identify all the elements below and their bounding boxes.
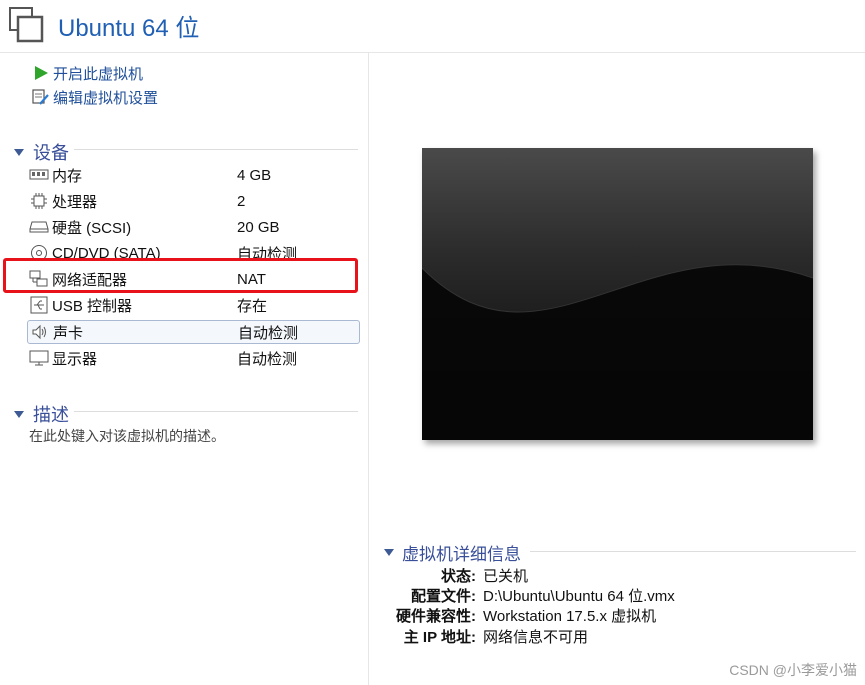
collapse-triangle-icon	[14, 410, 24, 418]
detail-value: 已关机	[483, 568, 529, 585]
power-on-label: 开启此虚拟机	[53, 65, 144, 83]
device-row-processor[interactable]: 处理器 2	[27, 189, 360, 213]
hard-disk-icon	[29, 218, 49, 236]
device-name: 内存	[52, 167, 83, 185]
detail-label: 硬件兼容性:	[396, 608, 476, 625]
section-divider	[74, 411, 358, 412]
device-name: 处理器	[52, 193, 98, 211]
device-name: 硬盘 (SCSI)	[52, 219, 132, 237]
virtual-machine-icon	[8, 6, 44, 44]
edit-settings-label: 编辑虚拟机设置	[53, 89, 159, 107]
usb-icon	[29, 296, 49, 314]
devices-section-header[interactable]: 设备	[14, 139, 69, 165]
detail-value: D:\Ubuntu\Ubuntu 64 位.vmx	[483, 588, 675, 605]
pane-divider	[368, 53, 369, 685]
device-value: 2	[237, 192, 246, 210]
detail-row-hardware-compatibility: 硬件兼容性: Workstation 17.5.x 虚拟机	[380, 605, 656, 625]
detail-label: 主 IP 地址:	[403, 629, 476, 646]
section-divider	[74, 149, 358, 150]
edit-settings-icon	[32, 88, 50, 106]
device-row-sound-card[interactable]: 声卡 自动检测	[27, 320, 360, 344]
description-section-title: 描述	[33, 405, 69, 425]
vm-details-section-title: 虚拟机详细信息	[402, 545, 521, 564]
device-name: 显示器	[52, 350, 98, 368]
detail-row-state: 状态: 已关机	[380, 565, 528, 585]
detail-row-config-file: 配置文件: D:\Ubuntu\Ubuntu 64 位.vmx	[380, 585, 675, 605]
detail-row-primary-ip: 主 IP 地址: 网络信息不可用	[380, 626, 588, 646]
collapse-triangle-icon	[384, 549, 394, 556]
device-value: 4 GB	[237, 166, 272, 184]
vm-preview-screen[interactable]	[422, 148, 813, 440]
collapse-triangle-icon	[14, 148, 24, 156]
vm-title: Ubuntu 64 位	[58, 15, 200, 42]
device-value: 自动检测	[238, 324, 299, 342]
window-header: Ubuntu 64 位	[0, 0, 865, 53]
device-name: USB 控制器	[52, 297, 133, 315]
detail-label: 配置文件:	[411, 588, 476, 605]
description-placeholder[interactable]: 在此处键入对该虚拟机的描述。	[29, 426, 225, 446]
devices-section-title: 设备	[33, 143, 69, 163]
device-row-hard-disk[interactable]: 硬盘 (SCSI) 20 GB	[27, 215, 360, 239]
section-divider	[530, 551, 856, 552]
network-adapter-highlight-box	[3, 258, 358, 293]
processor-icon	[29, 192, 49, 210]
display-icon	[29, 349, 49, 367]
device-row-usb-controller[interactable]: USB 控制器 存在	[27, 293, 360, 317]
power-on-vm-link[interactable]: 开启此虚拟机	[32, 63, 143, 83]
play-icon	[32, 64, 50, 82]
detail-value: 网络信息不可用	[483, 629, 589, 646]
description-section-header[interactable]: 描述	[14, 401, 69, 427]
device-value: 自动检测	[237, 350, 298, 368]
device-value: 20 GB	[237, 218, 280, 236]
device-row-memory[interactable]: 内存 4 GB	[27, 163, 360, 187]
device-row-display[interactable]: 显示器 自动检测	[27, 346, 360, 370]
device-value: 存在	[237, 297, 268, 315]
watermark: CSDN @小李爱小猫	[729, 662, 857, 678]
sound-card-icon	[30, 323, 50, 341]
device-name: 声卡	[53, 324, 84, 342]
detail-label: 状态:	[441, 568, 476, 585]
detail-value: Workstation 17.5.x 虚拟机	[483, 608, 657, 625]
edit-vm-settings-link[interactable]: 编辑虚拟机设置	[32, 87, 158, 107]
vm-details-section-header[interactable]: 虚拟机详细信息	[384, 540, 521, 565]
memory-icon	[29, 166, 49, 184]
